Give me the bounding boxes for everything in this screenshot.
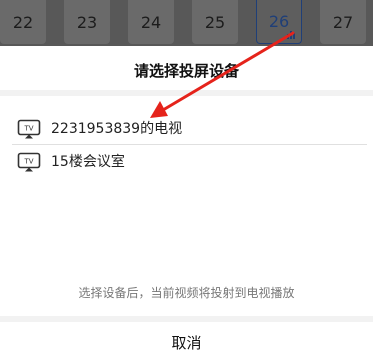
playing-icon	[287, 31, 295, 39]
episode-24[interactable]: 24	[128, 0, 174, 44]
episode-label: 24	[140, 12, 162, 32]
device-name: 2231953839的电视	[51, 121, 183, 137]
episode-26[interactable]: 26	[256, 0, 302, 44]
episode-22[interactable]: 22	[0, 0, 46, 44]
episode-27[interactable]: 27	[320, 0, 366, 44]
cancel-button[interactable]: 取消	[0, 322, 373, 358]
divider	[0, 90, 373, 96]
episode-label: 27	[332, 12, 354, 32]
episode-label: 22	[12, 12, 34, 32]
cast-device-sheet: 请选择投屏设备 TV 2231953839的电视 TV 15楼会议室 选择设备后…	[0, 46, 373, 358]
episode-23[interactable]: 23	[64, 0, 110, 44]
tv-icon: TV	[17, 119, 41, 139]
cast-hint: 选择设备后，当前视频将投射到电视播放	[78, 286, 295, 300]
device-item-living-room-tv[interactable]: TV 2231953839的电视	[0, 114, 373, 144]
sheet-title: 请选择投屏设备	[133, 62, 239, 80]
episode-label: 26	[268, 12, 290, 31]
episode-strip: 22 23 24 25 26 27	[0, 0, 373, 46]
device-item-meeting-room[interactable]: TV 15楼会议室	[0, 147, 373, 177]
svg-text:TV: TV	[23, 158, 33, 166]
episode-25[interactable]: 25	[192, 0, 238, 44]
svg-text:TV: TV	[23, 125, 33, 133]
divider	[12, 144, 367, 145]
tv-icon: TV	[17, 152, 41, 172]
device-name: 15楼会议室	[51, 154, 125, 170]
episode-label: 25	[204, 12, 226, 32]
episode-label: 23	[76, 12, 98, 32]
